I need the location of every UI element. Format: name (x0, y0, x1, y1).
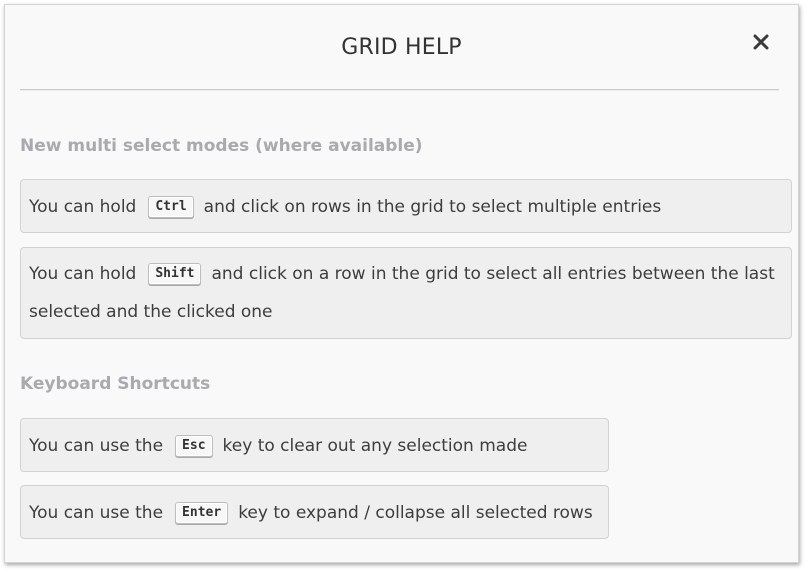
shift-help-suffix: and click on a row in the grid to select… (211, 264, 775, 284)
dialog-title: GRID HELP (341, 35, 462, 60)
esc-help-suffix: key to clear out any selection made (222, 436, 528, 456)
esc-help-box: You can use the Esc key to clear out any s… (20, 418, 609, 472)
title-divider (20, 89, 779, 90)
enter-help-prefix: You can use the (29, 503, 164, 523)
shift-key: Shift (148, 263, 202, 285)
grid-help-dialog: GRID HELP New multi select modes (where … (4, 4, 799, 563)
esc-help-prefix: You can use the (29, 436, 164, 456)
multi-select-heading: New multi select modes (where available) (20, 136, 423, 156)
ctrl-help-prefix: You can hold (29, 197, 137, 217)
ctrl-help-box: You can hold Ctrl and click on rows in the… (20, 179, 792, 233)
ctrl-help-suffix: and click on rows in the grid to select … (203, 197, 662, 217)
shift-help-prefix: You can hold (29, 264, 137, 284)
close-button[interactable] (750, 31, 772, 53)
enter-help-line: You can use the Enter key to expand / coll… (29, 494, 600, 532)
esc-key: Esc (175, 435, 213, 457)
ctrl-help-line: You can hold Ctrl and click on rows in the… (29, 188, 783, 226)
close-icon (753, 34, 769, 50)
ctrl-key: Ctrl (148, 196, 194, 218)
keyboard-shortcuts-heading: Keyboard Shortcuts (20, 374, 211, 394)
enter-key: Enter (175, 502, 229, 524)
esc-help-line: You can use the Esc key to clear out any s… (29, 427, 600, 465)
shift-help-line-2: selected and the clicked one (29, 302, 273, 322)
enter-help-box: You can use the Enter key to expand / coll… (20, 485, 609, 539)
shift-help-box: You can hold Shift and click on a row in t… (20, 247, 792, 339)
enter-help-suffix: key to expand / collapse all selected ro… (238, 503, 593, 523)
shift-help-line: You can hold Shift and click on a row in t… (29, 255, 783, 293)
